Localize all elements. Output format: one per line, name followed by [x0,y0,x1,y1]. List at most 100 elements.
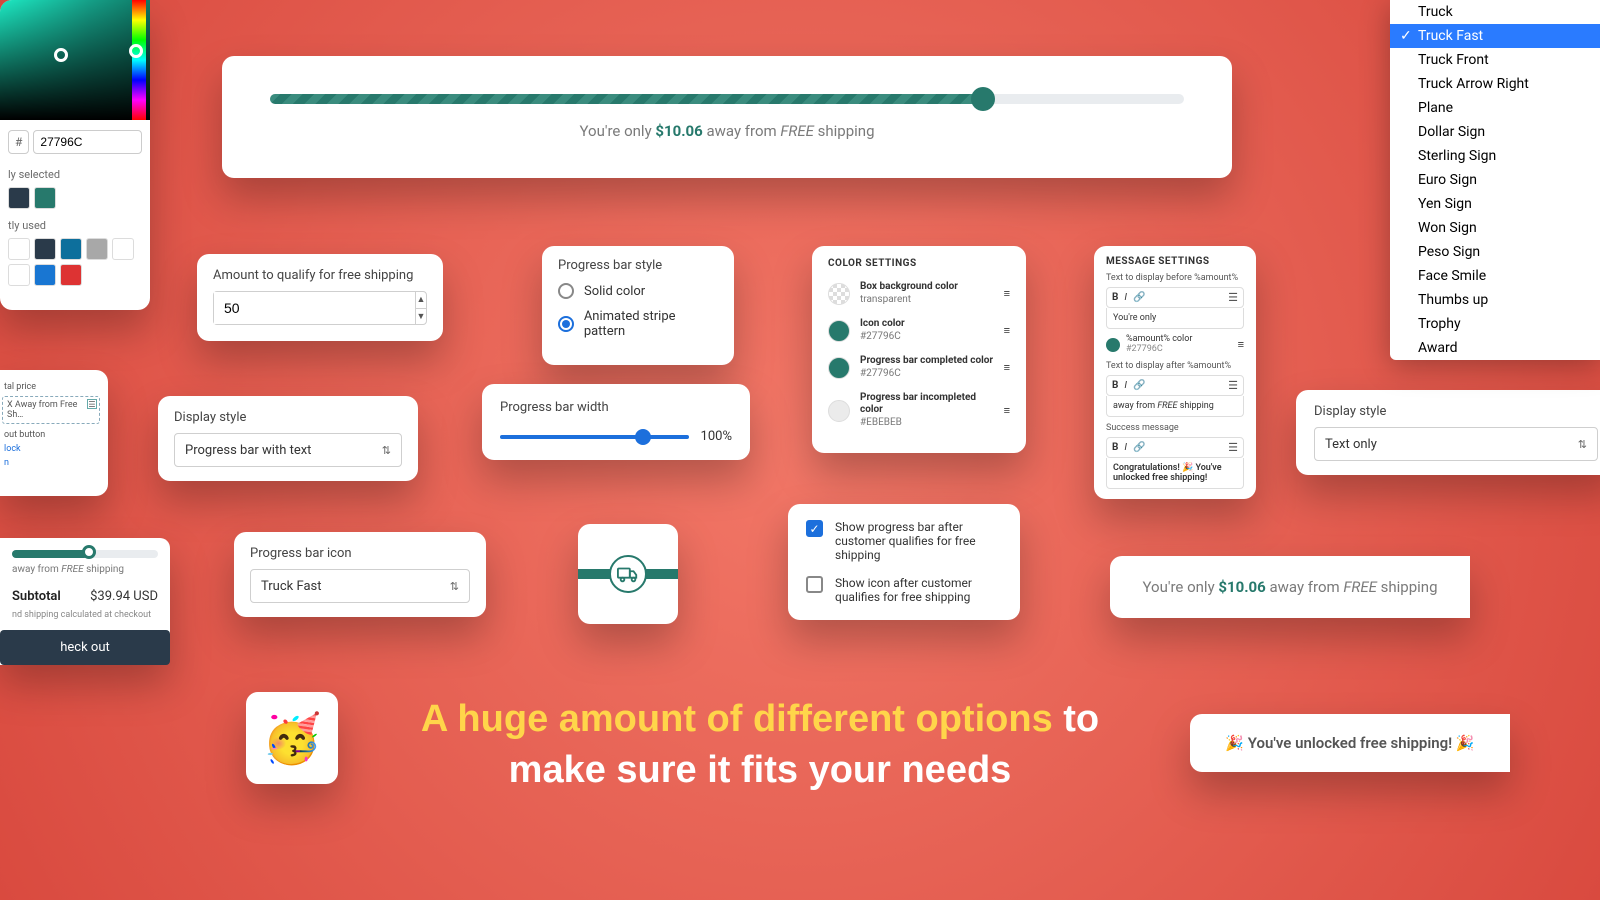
dropdown-item[interactable]: Truck [1390,0,1600,24]
theme-item[interactable]: tal price [4,382,100,392]
color-swatch-icon [828,320,850,342]
progress-bar-style-card: Progress bar style Solid color Animated … [542,246,734,365]
menu-icon[interactable]: ☰ [1228,379,1238,392]
layers-icon[interactable]: ≡ [1004,324,1010,337]
color-setting-row[interactable]: Icon color#27796C≡ [828,318,1010,343]
dropdown-item[interactable]: Euro Sign [1390,168,1600,192]
progress-icon-card: Progress bar icon Truck Fast [234,532,486,617]
dropdown-item[interactable]: Truck Arrow Right [1390,72,1600,96]
swatch[interactable] [86,238,108,260]
icon-preview [578,524,678,624]
message-settings-card: MESSAGE SETTINGS Text to display before … [1094,246,1256,499]
radio-animated-stripe[interactable]: Animated stripe pattern [558,309,718,339]
amount-label: Amount to qualify for free shipping [213,268,427,283]
theme-add-section[interactable]: n [4,458,100,468]
amount-stepper: ▲ ▼ [415,292,426,324]
bold-button[interactable]: B [1112,380,1118,391]
text-toolbar-2: B I 🔗 ☰ [1106,375,1244,396]
checkbox-checked-icon: ✓ [806,520,823,537]
block-settings-icon[interactable]: ☰ [87,399,97,409]
dropdown-item[interactable]: Plane [1390,96,1600,120]
theme-selected-block[interactable]: X Away from Free Sh… ☰ [2,396,100,424]
swatch[interactable] [8,264,30,286]
progress-bar-preview: You're only $10.06 away from FREE shippi… [222,56,1232,178]
checkbox-icon [806,576,823,593]
amount-color-row[interactable]: %amount% color#27796C ≡ [1106,335,1244,355]
theme-item[interactable]: out button [4,430,100,440]
dropdown-item[interactable]: Peso Sign [1390,240,1600,264]
dropdown-item[interactable]: Thumbs up [1390,288,1600,312]
width-thumb[interactable] [635,429,651,445]
italic-button[interactable]: I [1124,292,1127,303]
swatch[interactable] [8,187,30,209]
color-swatch-icon [828,400,850,422]
dropdown-item[interactable]: Face Smile [1390,264,1600,288]
swatch[interactable] [34,187,56,209]
after-text-input[interactable]: away from FREE shipping [1106,396,1244,417]
layers-icon[interactable]: ≡ [1238,338,1244,351]
width-slider[interactable] [500,435,689,439]
layers-icon[interactable]: ≡ [1004,404,1010,417]
color-settings-title: COLOR SETTINGS [828,258,1010,269]
checkout-button[interactable]: heck out [0,630,170,665]
swatch[interactable] [34,238,56,260]
msg-settings-title: MESSAGE SETTINGS [1106,256,1244,267]
italic-button[interactable]: I [1124,380,1127,391]
dropdown-item[interactable]: Trophy [1390,312,1600,336]
stepper-up[interactable]: ▲ [416,292,426,309]
dropdown-item[interactable]: Award [1390,336,1600,360]
bold-button[interactable]: B [1112,442,1118,453]
progress-width-card: Progress bar width 100% [482,384,750,460]
display-style-card-right: Display style Text only [1296,390,1600,475]
swatch[interactable] [34,264,56,286]
layers-icon[interactable]: ≡ [1004,361,1010,374]
hue-thumb[interactable] [129,44,143,58]
amount-qualify-card: Amount to qualify for free shipping ▲ ▼ [197,254,443,341]
subtotal-label: Subtotal [12,589,61,604]
menu-icon[interactable]: ☰ [1228,291,1238,304]
link-button[interactable]: 🔗 [1133,380,1145,391]
msg-success-label: Success message [1106,423,1244,433]
visibility-options-card: ✓ Show progress bar after customer quali… [788,504,1020,620]
dropdown-item[interactable]: Yen Sign [1390,192,1600,216]
swatch[interactable] [8,238,30,260]
progress-message: You're only $10.06 away from FREE shippi… [579,122,874,140]
display-style-select[interactable]: Text only [1314,427,1598,461]
color-setting-row[interactable]: Progress bar completed color#27796C≡ [828,355,1010,380]
hue-slider[interactable] [132,0,146,120]
show-progress-bar-checkbox[interactable]: ✓ Show progress bar after customer quali… [806,520,1002,562]
color-field[interactable] [0,0,150,120]
progress-icon-select[interactable]: Truck Fast [250,569,470,603]
amount-input[interactable] [214,292,415,324]
hex-input[interactable] [33,130,142,154]
success-text-input[interactable]: Congratulations! 🎉 You've unlocked free … [1106,458,1244,489]
hex-prefix: # [8,130,29,154]
dropdown-item[interactable]: Truck Fast [1390,24,1600,48]
swatch[interactable] [60,264,82,286]
text-only-preview: You're only $10.06 away from FREE shippi… [1110,556,1470,618]
dropdown-item[interactable]: Truck Front [1390,48,1600,72]
bold-button[interactable]: B [1112,292,1118,303]
color-picker-panel: # ly selected tly used [0,0,150,310]
before-text-input[interactable]: You're only [1106,308,1244,329]
dropdown-item[interactable]: Dollar Sign [1390,120,1600,144]
italic-button[interactable]: I [1124,442,1127,453]
saturation-thumb[interactable] [54,48,68,62]
swatch[interactable] [60,238,82,260]
display-style-select[interactable]: Progress bar with text [174,433,402,467]
color-setting-row[interactable]: Progress bar incompleted color#EBEBEB≡ [828,392,1010,429]
link-button[interactable]: 🔗 [1133,292,1145,303]
theme-add-block[interactable]: lock [4,444,100,454]
dropdown-item[interactable]: Sterling Sign [1390,144,1600,168]
show-icon-checkbox[interactable]: Show icon after customer qualifies for f… [806,576,1002,604]
link-button[interactable]: 🔗 [1133,442,1145,453]
dropdown-item[interactable]: Won Sign [1390,216,1600,240]
recent-swatches [0,232,150,292]
layers-icon[interactable]: ≡ [1004,287,1010,300]
swatch[interactable] [112,238,134,260]
style-title: Progress bar style [558,258,718,273]
menu-icon[interactable]: ☰ [1228,441,1238,454]
stepper-down[interactable]: ▼ [416,309,426,325]
radio-solid-color[interactable]: Solid color [558,283,718,299]
color-setting-row[interactable]: Box background colortransparent≡ [828,281,1010,306]
